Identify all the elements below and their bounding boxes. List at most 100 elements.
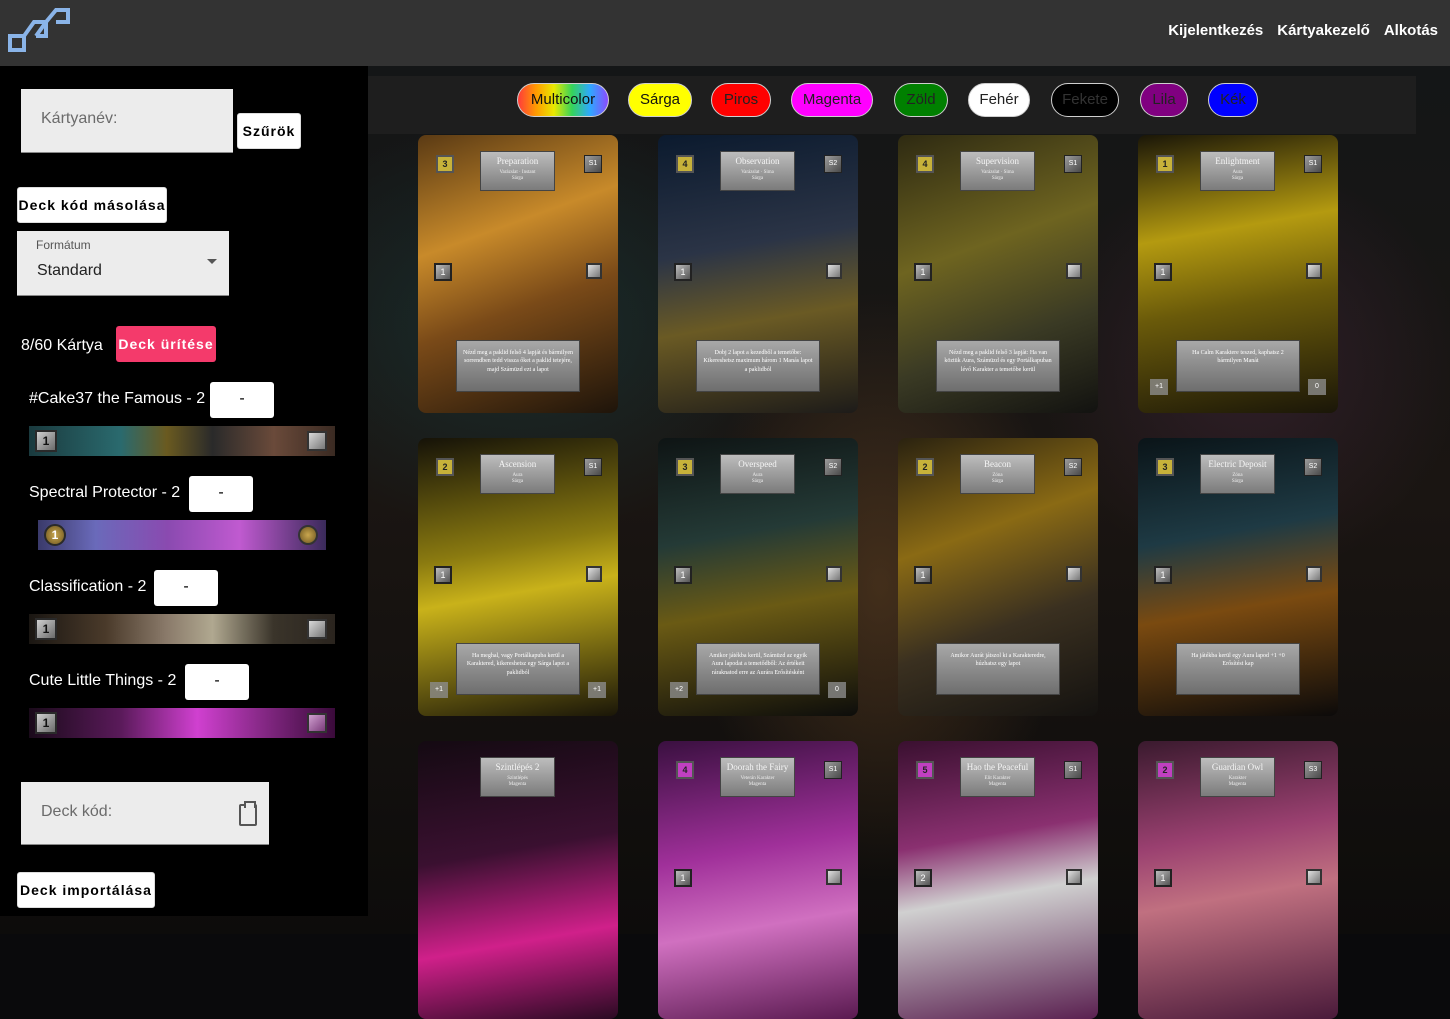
- card-tile[interactable]: Ascension Aura Sárga 2 S1 1 Ha meghal, vagy Po…: [418, 438, 618, 716]
- color-chip-blue[interactable]: Kék: [1208, 83, 1258, 117]
- clear-deck-button[interactable]: Deck ürítése: [116, 326, 216, 362]
- card-text: Nézd meg a paklid felső 4 lapját és bárm…: [456, 340, 580, 392]
- card-defense-value: 0: [828, 682, 846, 698]
- card-tag-icon: [298, 525, 318, 545]
- card-cost-icon: 4: [916, 155, 934, 173]
- copy-deck-code-button[interactable]: Deck kód másolása: [17, 187, 167, 223]
- card-type: Aura: [752, 473, 763, 478]
- color-chip-magenta[interactable]: Magenta: [791, 83, 873, 117]
- remove-card-button[interactable]: -: [185, 664, 249, 700]
- card-count: 8/60 Kártya: [21, 337, 103, 354]
- card-name-label: Kártyanév:: [41, 110, 118, 127]
- card-level-icon: 1: [1154, 263, 1172, 281]
- card-tile[interactable]: Observation Varázslat · Sima Sárga 4 S2 1 Dobj…: [658, 135, 858, 413]
- deck-item-strip[interactable]: 1: [29, 708, 335, 738]
- card-tile[interactable]: Enlightment Aura Sárga 1 S1 1 Ha Calm Karakter…: [1138, 135, 1338, 413]
- deck-item-strip[interactable]: 1: [29, 614, 335, 644]
- card-cost-icon: 3: [436, 155, 454, 173]
- card-manager-link[interactable]: Kártyakezelő: [1277, 22, 1370, 39]
- card-title: Hao the Peaceful: [966, 762, 1029, 772]
- logo-icon[interactable]: [6, 6, 70, 54]
- card-tile[interactable]: Szintlépés 2 Szintlépés Magenta: [418, 741, 618, 1019]
- deck-item-strip[interactable]: 1: [29, 426, 335, 456]
- card-type: Elit Karakter: [984, 776, 1011, 781]
- color-chip-red[interactable]: Piros: [711, 83, 771, 117]
- card-tag-icon: [1306, 566, 1322, 582]
- color-chip-yellow[interactable]: Sárga: [628, 83, 692, 117]
- color-filter-bar: Multicolor Sárga Piros Magenta Zöld Fehé…: [368, 76, 1416, 134]
- card-title-plate: Guardian Owl Karakter Magenta: [1200, 757, 1275, 797]
- card-tag-icon: [307, 619, 327, 639]
- card-tag-icon: [1066, 263, 1082, 279]
- card-level-icon: 1: [674, 263, 692, 281]
- card-cost-icon: 1: [35, 430, 57, 452]
- card-color: Sárga: [511, 479, 524, 484]
- card-tag-icon: [826, 869, 842, 885]
- card-set-icon: S3: [1304, 761, 1322, 779]
- filters-button[interactable]: Szűrök: [237, 113, 301, 149]
- color-chip-purple[interactable]: Lila: [1140, 83, 1188, 117]
- card-title-plate: Ascension Aura Sárga: [480, 454, 555, 494]
- card-tile[interactable]: Hao the Peaceful Elit Karakter Magenta 5 S1 2: [898, 741, 1098, 1019]
- deck-item-name: #Cake37 the Famous - 2: [29, 390, 206, 407]
- chip-label: Magenta: [802, 91, 862, 108]
- card-cost-icon: 2: [916, 458, 934, 476]
- card-title-plate: Electric Deposit Zóna Sárga: [1200, 454, 1275, 494]
- card-attack-value: +1: [430, 682, 448, 698]
- deck-item-name: Spectral Protector - 2: [29, 484, 181, 501]
- card-tile[interactable]: Overspeed Aura Sárga 3 S2 1 Amikor játékba ker…: [658, 438, 858, 716]
- card-tile[interactable]: Supervision Varázslat · Sima Sárga 4 S1 1 Nézd…: [898, 135, 1098, 413]
- card-title: Doorah the Fairy: [726, 762, 789, 772]
- card-set-icon: S2: [824, 458, 842, 476]
- deck-item-strip[interactable]: 1: [38, 520, 326, 550]
- card-color: Sárga: [751, 479, 764, 484]
- chip-label: Fehér: [979, 91, 1019, 108]
- remove-card-button[interactable]: -: [210, 382, 274, 418]
- card-level-icon: 1: [434, 566, 452, 584]
- import-deck-button[interactable]: Deck importálása: [17, 872, 155, 908]
- card-title-plate: Hao the Peaceful Elit Karakter Magenta: [960, 757, 1035, 797]
- card-name-input[interactable]: Kártyanév:: [21, 89, 233, 153]
- chip-label: Multicolor: [530, 91, 596, 108]
- card-title: Supervision: [975, 156, 1019, 166]
- color-chip-black[interactable]: Fekete: [1051, 83, 1119, 117]
- card-level-icon: 1: [1154, 869, 1172, 887]
- color-chip-green[interactable]: Zöld: [894, 83, 948, 117]
- card-title-plate: Preparation Varázslat · Instant Sárga: [480, 151, 555, 191]
- card-title: Szintlépés 2: [495, 762, 540, 772]
- card-type: Varázslat · Sima: [741, 170, 774, 175]
- format-select[interactable]: Formátum Standard: [17, 231, 229, 296]
- deck-code-input[interactable]: Deck kód:: [21, 782, 269, 845]
- remove-card-button[interactable]: -: [189, 476, 253, 512]
- card-color: Magenta: [1228, 782, 1247, 787]
- card-cost-icon: 4: [676, 155, 694, 173]
- card-level-icon: 1: [914, 263, 932, 281]
- color-chip-white[interactable]: Fehér: [968, 83, 1030, 117]
- card-tag-icon: [307, 713, 327, 733]
- card-set-icon: S1: [1064, 761, 1082, 779]
- card-title: Enlightment: [1215, 156, 1260, 166]
- card-title: Observation: [735, 156, 780, 166]
- chip-label: Lila: [1152, 91, 1176, 108]
- card-tag-icon: [586, 263, 602, 279]
- card-cost-icon: 2: [436, 458, 454, 476]
- create-link[interactable]: Alkotás: [1384, 22, 1438, 39]
- card-tile[interactable]: Electric Deposit Zóna Sárga 3 S2 1 Ha játékba …: [1138, 438, 1338, 716]
- card-attack-value: +1: [1150, 379, 1168, 395]
- clipboard-icon[interactable]: [239, 801, 257, 826]
- card-type: Zóna: [992, 473, 1003, 478]
- card-level-icon: 1: [914, 566, 932, 584]
- logout-link[interactable]: Kijelentkezés: [1168, 22, 1263, 39]
- card-tag-icon: [1066, 566, 1082, 582]
- card-tile[interactable]: Doorah the Fairy Veterán Karakter Magenta 4…: [658, 741, 858, 1019]
- card-title-plate: Overspeed Aura Sárga: [720, 454, 795, 494]
- card-tile[interactable]: Guardian Owl Karakter Magenta 2 S3 1: [1138, 741, 1338, 1019]
- card-title-plate: Szintlépés 2 Szintlépés Magenta: [480, 757, 555, 797]
- remove-card-button[interactable]: -: [154, 570, 218, 606]
- card-tile[interactable]: Beacon Zóna Sárga 2 S2 1 Amikor Aurát játszol …: [898, 438, 1098, 716]
- card-cost-icon: 2: [1156, 761, 1174, 779]
- color-chip-multicolor[interactable]: Multicolor: [517, 83, 609, 117]
- card-tile[interactable]: Preparation Varázslat · Instant Sárga 3 S1 1 N…: [418, 135, 618, 413]
- card-type: Zóna: [1232, 473, 1243, 478]
- card-text: Dobj 2 lapot a kezedből a temetőbe: Kike…: [696, 340, 820, 392]
